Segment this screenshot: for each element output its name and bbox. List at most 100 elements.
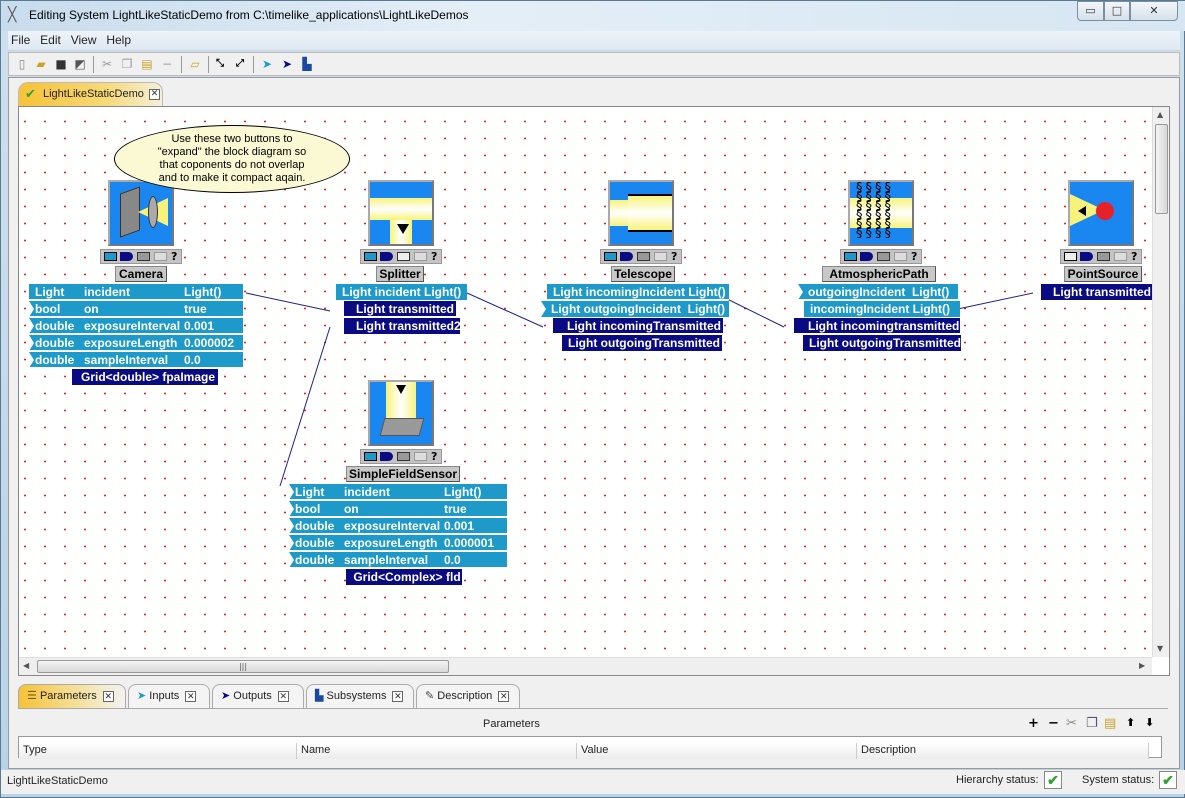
column-header-name[interactable]: Name bbox=[297, 743, 577, 759]
input-port[interactable]: double exposureInterval 0.001 bbox=[29, 318, 243, 334]
input-port[interactable]: double sampleInterval 0.0 bbox=[289, 552, 507, 568]
outputs-toggle-icon[interactable] bbox=[120, 252, 133, 261]
save-icon[interactable]: ■ bbox=[53, 56, 69, 72]
subsystems-toggle-icon[interactable] bbox=[397, 252, 410, 261]
block-name[interactable]: Splitter bbox=[376, 266, 424, 282]
move-down-icon[interactable]: ⬇ bbox=[1145, 716, 1154, 729]
atmospheric-path-icon[interactable]: §§§§ §§§§ §§§§ §§§§ §§§§ §§§§ bbox=[848, 180, 914, 246]
vertical-scroll-thumb[interactable] bbox=[1155, 124, 1168, 214]
copy-icon[interactable]: ❐ bbox=[119, 56, 135, 72]
tab-parameters[interactable]: ☰ Parameters ✕ bbox=[18, 684, 126, 708]
import-icon[interactable]: ▱ bbox=[187, 56, 203, 72]
outputs-toggle-icon[interactable] bbox=[380, 252, 393, 261]
input-port[interactable]: bool on true bbox=[29, 301, 243, 317]
close-tab-icon[interactable]: ✕ bbox=[277, 690, 289, 702]
horizontal-scroll-thumb[interactable]: ||| bbox=[37, 660, 449, 673]
outputs-toggle-icon[interactable] bbox=[620, 252, 633, 261]
remove-parameter-icon[interactable]: − bbox=[1048, 716, 1059, 731]
save-all-icon[interactable]: ◩ bbox=[72, 56, 88, 72]
close-tab-icon[interactable]: ✕ bbox=[102, 690, 114, 702]
output-port[interactable]: Light transmitted bbox=[1041, 284, 1152, 300]
tab-subsystems[interactable]: ▙ Subsystems ✕ bbox=[306, 684, 414, 708]
description-toggle-icon[interactable] bbox=[414, 452, 427, 461]
help-icon[interactable]: ? bbox=[171, 250, 177, 263]
vertical-scrollbar[interactable]: ▲ ▼ bbox=[1152, 107, 1169, 657]
cut-icon[interactable]: ✂ bbox=[99, 56, 115, 72]
menu-help[interactable]: Help bbox=[103, 31, 134, 49]
add-output-icon[interactable]: ➤ bbox=[279, 56, 295, 72]
output-port[interactable]: Light incomingTransmitted bbox=[553, 318, 723, 334]
inputs-toggle-icon[interactable] bbox=[604, 252, 617, 261]
input-port[interactable]: incomingIncident Light() bbox=[804, 301, 960, 317]
description-toggle-icon[interactable] bbox=[654, 252, 667, 261]
close-tab-icon[interactable]: ✕ bbox=[392, 690, 404, 702]
subsystems-toggle-icon[interactable] bbox=[137, 252, 150, 261]
subsystems-toggle-icon[interactable] bbox=[1097, 252, 1110, 261]
help-icon[interactable]: ? bbox=[1131, 250, 1137, 263]
minimize-button[interactable]: ▭ bbox=[1077, 1, 1104, 21]
input-port[interactable]: bool on true bbox=[289, 501, 507, 517]
close-button[interactable]: ✕ bbox=[1130, 1, 1178, 21]
input-port[interactable]: double exposureLength 0.000001 bbox=[289, 535, 507, 551]
block-name[interactable]: SimpleFieldSensor bbox=[346, 466, 460, 482]
block-name[interactable]: Telescope bbox=[611, 266, 675, 282]
description-toggle-icon[interactable] bbox=[1114, 252, 1127, 261]
field-sensor-icon[interactable] bbox=[368, 380, 434, 446]
close-tab-icon[interactable]: ✕ bbox=[498, 690, 510, 702]
copy-icon[interactable]: ❐ bbox=[1086, 716, 1098, 731]
camera-icon[interactable] bbox=[108, 180, 174, 246]
output-port[interactable]: Light outgoingTransmitted bbox=[562, 335, 722, 351]
column-header-value[interactable]: Value bbox=[577, 743, 857, 759]
horizontal-scrollbar[interactable]: ◀ ||| ▶ bbox=[19, 657, 1152, 675]
column-header-type[interactable]: Type bbox=[19, 743, 297, 759]
input-port[interactable]: double sampleInterval 0.0 bbox=[29, 352, 243, 368]
inputs-toggle-icon[interactable] bbox=[364, 452, 377, 461]
output-port[interactable]: Grid<double> fpaImage bbox=[72, 369, 218, 385]
move-up-icon[interactable]: ⬆ bbox=[1126, 716, 1135, 729]
input-port[interactable]: Light incident Light() bbox=[289, 484, 507, 500]
paste-icon[interactable]: ▤ bbox=[1104, 716, 1116, 731]
tab-description[interactable]: ✎ Description ✕ bbox=[416, 684, 520, 708]
outputs-toggle-icon[interactable] bbox=[1080, 252, 1093, 261]
description-toggle-icon[interactable] bbox=[414, 252, 427, 261]
subsystems-toggle-icon[interactable] bbox=[637, 252, 650, 261]
input-port[interactable]: double exposureInterval 0.001 bbox=[289, 518, 507, 534]
inputs-toggle-icon[interactable] bbox=[104, 252, 117, 261]
add-input-icon[interactable]: ➤ bbox=[259, 56, 275, 72]
expand-diagram-icon[interactable]: ⤢ bbox=[232, 56, 248, 72]
output-port[interactable]: Light transmitted bbox=[344, 301, 456, 317]
remove-icon[interactable]: − bbox=[159, 56, 175, 72]
open-folder-icon[interactable]: ▰ bbox=[33, 56, 49, 72]
menu-view[interactable]: View bbox=[68, 31, 100, 49]
input-port[interactable]: double exposureLength 0.000002 bbox=[29, 335, 243, 351]
output-port[interactable]: Grid<Complex> fld bbox=[346, 569, 462, 585]
maximize-button[interactable]: □ bbox=[1104, 1, 1130, 21]
input-port[interactable]: Light incident Light() bbox=[336, 284, 467, 300]
point-source-icon[interactable] bbox=[1068, 180, 1134, 246]
description-toggle-icon[interactable] bbox=[894, 252, 907, 261]
new-file-icon[interactable]: ▯ bbox=[14, 56, 30, 72]
menu-edit[interactable]: Edit bbox=[37, 31, 64, 49]
inputs-toggle-icon[interactable] bbox=[844, 252, 857, 261]
output-port[interactable]: Light transmitted2 bbox=[344, 318, 461, 334]
inputs-toggle-icon[interactable] bbox=[1064, 252, 1077, 261]
outputs-toggle-icon[interactable] bbox=[380, 452, 393, 461]
help-icon[interactable]: ? bbox=[431, 250, 437, 263]
block-name[interactable]: PointSource bbox=[1064, 266, 1142, 282]
tab-inputs[interactable]: ➤ Inputs ✕ bbox=[128, 684, 210, 708]
document-tab[interactable]: ✔ LightLikeStaticDemo ✕ bbox=[18, 82, 163, 106]
splitter-icon[interactable] bbox=[368, 180, 434, 246]
paste-icon[interactable]: ▤ bbox=[139, 56, 155, 72]
description-toggle-icon[interactable] bbox=[154, 252, 167, 261]
outputs-toggle-icon[interactable] bbox=[860, 252, 873, 261]
subsystems-toggle-icon[interactable] bbox=[877, 252, 890, 261]
subsystems-toggle-icon[interactable] bbox=[397, 452, 410, 461]
cut-icon[interactable]: ✂ bbox=[1066, 716, 1077, 731]
help-icon[interactable]: ? bbox=[911, 250, 917, 263]
block-diagram-canvas[interactable]: ? Camera Light incident Light() bool on true… bbox=[19, 107, 1152, 657]
input-port[interactable]: Light outgoingIncident Light() bbox=[541, 301, 729, 317]
column-header-description[interactable]: Description bbox=[857, 743, 1149, 759]
menu-file[interactable]: File bbox=[8, 31, 33, 49]
output-port[interactable]: Light incomingtransmitted bbox=[794, 318, 960, 334]
input-port[interactable]: Light incident Light() bbox=[29, 284, 243, 300]
